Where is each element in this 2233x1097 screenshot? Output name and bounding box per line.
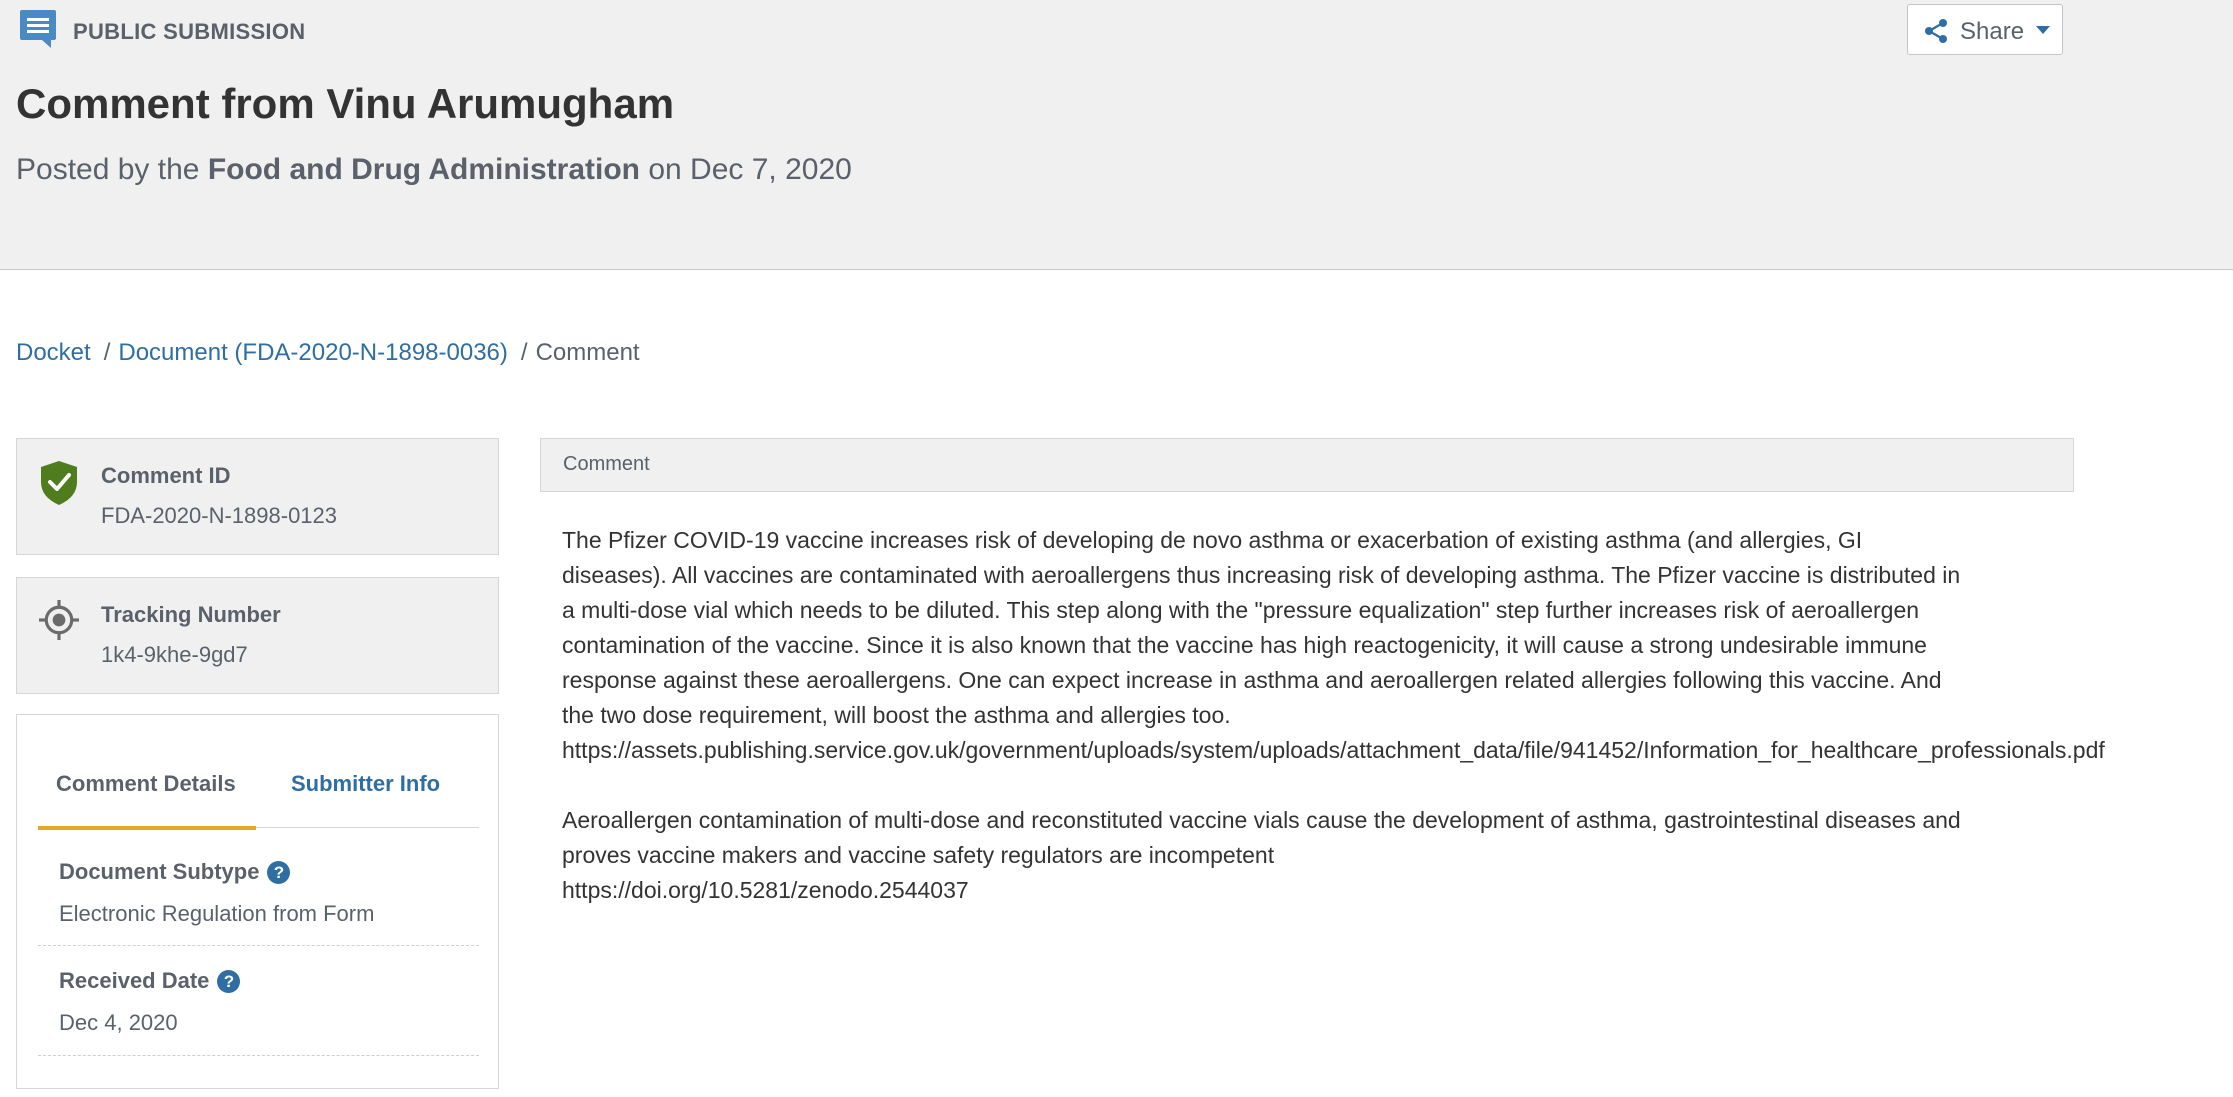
breadcrumb-current: Comment — [535, 339, 640, 366]
comment-line: the two dose requirement, will boost the… — [562, 702, 1231, 728]
breadcrumb-separator: / — [520, 339, 528, 366]
breadcrumb-separator: / — [103, 339, 111, 366]
tracking-number-value: 1k4-9khe-9gd7 — [101, 642, 248, 667]
agency-name: Food and Drug Administration — [207, 153, 640, 186]
page-title: Comment from Vinu Arumugham — [16, 80, 675, 127]
received-date-value: Dec 4, 2020 — [59, 1010, 178, 1035]
comment-heading: Comment — [563, 453, 650, 475]
comment-line: response against these aeroallergens. On… — [562, 667, 1942, 693]
field-divider — [38, 1055, 479, 1056]
comment-url: https://doi.org/10.5281/zenodo.2544037 — [562, 877, 969, 903]
tab-submitter-info[interactable]: Submitter Info — [291, 771, 440, 797]
comment-paragraph-2: Aeroallergen contamination of multi-dose… — [562, 803, 2105, 908]
comment-line: diseases). All vaccines are contaminated… — [562, 562, 1961, 588]
breadcrumb-docket-link[interactable]: Docket — [16, 339, 91, 366]
chevron-down-icon — [2036, 26, 2050, 34]
help-icon[interactable]: ? — [267, 861, 291, 884]
tracking-number-card: Tracking Number 1k4-9khe-9gd7 — [16, 577, 499, 694]
received-date-label: Received Date? — [59, 968, 241, 994]
active-tab-indicator — [38, 826, 256, 830]
breadcrumb-document-link[interactable]: Document (FDA-2020-N-1898-0036) — [118, 339, 508, 366]
comment-line: contamination of the vaccine. Since it i… — [562, 632, 1927, 658]
comment-id-card: Comment ID FDA-2020-N-1898-0123 — [16, 438, 499, 555]
comment-line: The Pfizer COVID-19 vaccine increases ri… — [562, 527, 1863, 553]
share-label: Share — [1960, 18, 2025, 45]
received-date-label-text: Received Date — [59, 968, 210, 993]
document-subtype-label-text: Document Subtype — [59, 859, 260, 884]
comment-id-label: Comment ID — [101, 463, 231, 488]
share-button[interactable]: Share — [1907, 4, 2063, 55]
comment-line: Aeroallergen contamination of multi-dose… — [562, 807, 1961, 833]
document-subtype-label: Document Subtype? — [59, 859, 291, 885]
comment-line: a multi-dose vial which needs to be dilu… — [562, 597, 1920, 623]
document-subtype-value: Electronic Regulation from Form — [59, 901, 375, 926]
tracking-number-label: Tracking Number — [101, 602, 281, 627]
share-icon — [1925, 19, 1947, 43]
comment-bubble-icon — [20, 10, 56, 48]
page-header: PUBLIC SUBMISSION Share Comment from Vin… — [0, 0, 2233, 270]
posted-by-line: Posted by the Food and Drug Administrati… — [16, 153, 852, 187]
comment-paragraph-1: The Pfizer COVID-19 vaccine increases ri… — [562, 523, 2105, 768]
target-icon — [39, 600, 79, 640]
tab-comment-details[interactable]: Comment Details — [56, 771, 236, 797]
comment-url: https://assets.publishing.service.gov.uk… — [562, 737, 2105, 763]
breadcrumb: Docket / Document (FDA-2020-N-1898-0036) / C… — [16, 339, 640, 367]
comment-line: proves vaccine makers and vaccine safety… — [562, 842, 1275, 868]
details-panel: Comment Details Submitter Info Document … — [16, 714, 499, 1089]
submission-type-label: PUBLIC SUBMISSION — [73, 19, 306, 44]
help-icon[interactable]: ? — [217, 970, 241, 993]
comment-id-value: FDA-2020-N-1898-0123 — [101, 503, 338, 528]
posted-date: on Dec 7, 2020 — [648, 153, 852, 186]
comment-body: The Pfizer COVID-19 vaccine increases ri… — [562, 523, 2105, 943]
comment-heading-bar: Comment — [540, 438, 2074, 492]
verified-shield-icon — [41, 461, 77, 505]
posted-prefix: Posted by the — [16, 153, 200, 186]
field-divider — [38, 945, 479, 946]
